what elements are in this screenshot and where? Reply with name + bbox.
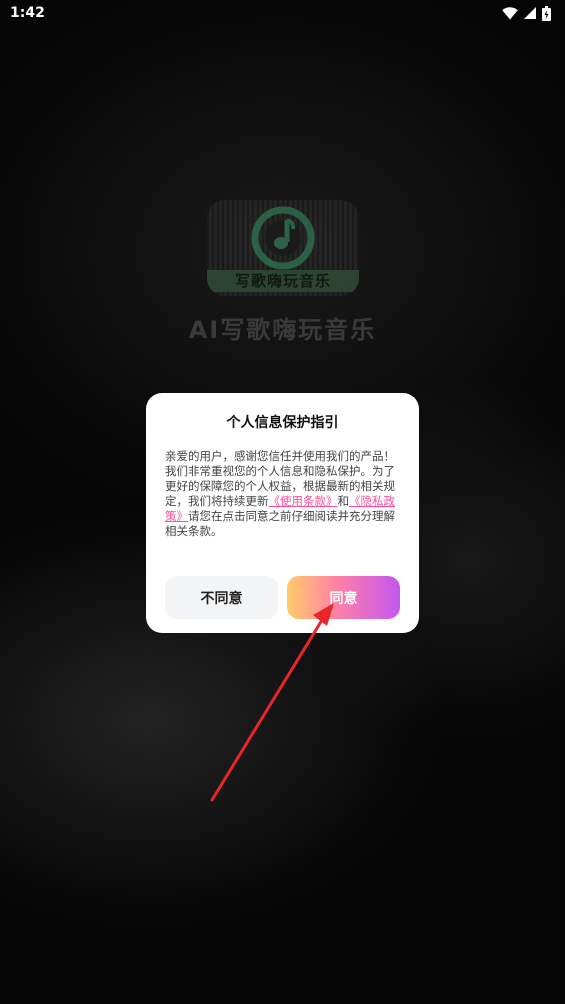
privacy-dialog: 个人信息保护指引 亲爱的用户，感谢您信任并使用我们的产品！我们非常重视您的个人信… [146, 393, 419, 633]
logo-text: 写歌嗨玩音乐 [207, 270, 359, 292]
conjunction-text: 和 [337, 494, 350, 508]
disagree-button[interactable]: 不同意 [165, 576, 278, 619]
status-time: 1:42 [10, 5, 45, 21]
wifi-icon [502, 6, 518, 20]
screen: 1:42 写歌嗨玩音乐 AI写歌嗨玩音乐 个人信息保护指引 亲爱的用户，感谢您信… [0, 0, 565, 1004]
app-title: AI写歌嗨玩音乐 [188, 316, 377, 344]
cell-signal-icon [524, 7, 536, 19]
dialog-body: 亲爱的用户，感谢您信任并使用我们的产品！我们非常重视您的个人信息和隐私保护。为了… [165, 449, 401, 539]
terms-link[interactable]: 《使用条款》 [269, 494, 338, 508]
agree-button[interactable]: 同意 [287, 576, 400, 619]
app-logo: 写歌嗨玩音乐 [207, 200, 359, 296]
dialog-title: 个人信息保护指引 [226, 415, 339, 431]
status-bar: 1:42 [0, 0, 565, 26]
status-icons [502, 5, 551, 21]
music-note-icon [251, 206, 315, 270]
arrow-shaft [210, 618, 324, 802]
body-outro-text: 请您在点击同意之前仔细阅读并充分理解相关条款。 [165, 509, 395, 538]
battery-icon [542, 5, 551, 21]
